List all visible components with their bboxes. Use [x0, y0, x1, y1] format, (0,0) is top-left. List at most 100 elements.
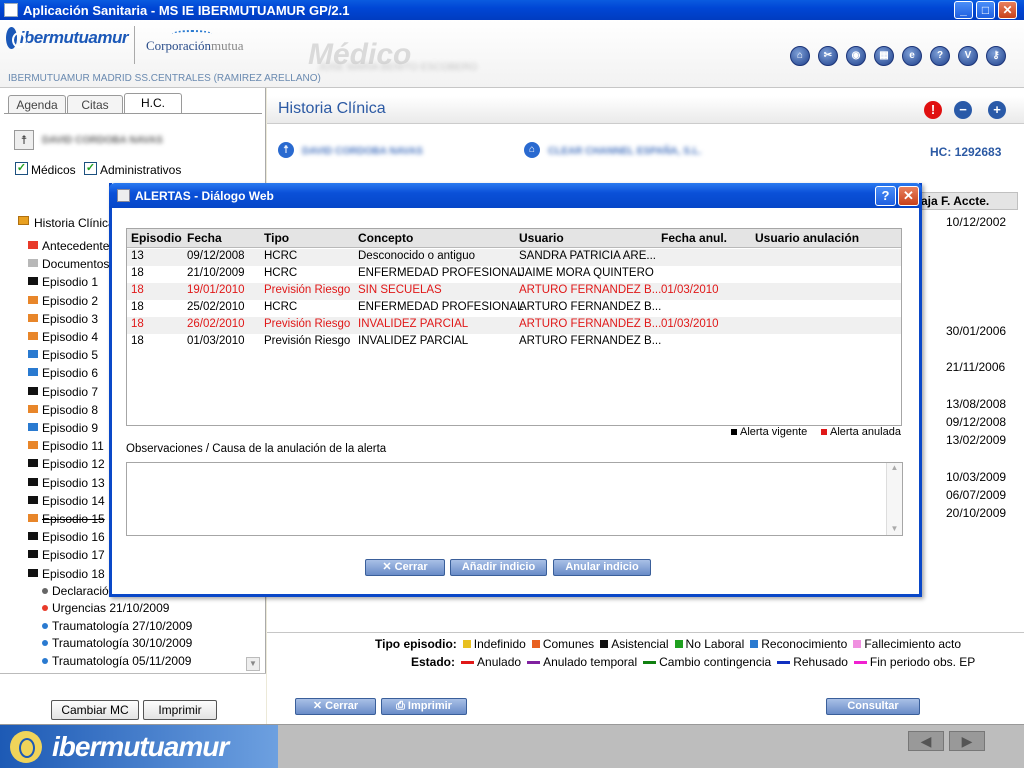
cell-concepto: INVALIDEZ PARCIAL [358, 335, 469, 347]
help-icon[interactable]: ? [930, 46, 950, 66]
subtree-item[interactable]: Traumatología 05/11/2009 [0, 652, 262, 670]
tree-item-label: Episodio 8 [42, 402, 99, 417]
tree-scroll-down[interactable]: ▼ [246, 657, 260, 671]
tab-citas[interactable]: Citas [67, 95, 123, 114]
flag-icon [28, 423, 38, 431]
tipo-episodio-legend: Tipo episodio: Indefinido Comunes Asistenc… [375, 636, 961, 652]
cell-fecha: 25/02/2010 [187, 301, 245, 313]
cell-fanul: 01/03/2010 [661, 318, 719, 330]
consultar-button[interactable]: Consultar [826, 698, 920, 715]
bullet-icon [42, 605, 48, 612]
cell-usuario: ARTURO FERNANDEZ B... [519, 318, 662, 330]
tipo-label: Reconocimiento [761, 637, 848, 651]
cell-ep: 18 [131, 284, 144, 296]
accident-date: 13/02/2009 [946, 433, 1007, 447]
cerrar-button[interactable]: ✕ Cerrar [295, 698, 376, 715]
medicos-checkbox[interactable]: ✓ [15, 162, 28, 175]
administrativos-checkbox[interactable]: ✓ [84, 162, 97, 175]
home-icon[interactable]: ⌂ [790, 46, 810, 66]
cell-fecha: 01/03/2010 [187, 335, 245, 347]
left-imprimir-button[interactable]: Imprimir [143, 700, 217, 720]
subtree-item-label: Traumatología 30/10/2009 [52, 636, 193, 651]
administrativos-label: Administrativos [100, 163, 182, 177]
hc-company-name: CLEAR CHANNEL ESPAÑA, S.L. [548, 146, 702, 157]
col-usuario-anulacion[interactable]: Usuario anulación [755, 231, 859, 245]
subtree-item-label: Traumatología 05/11/2009 [52, 653, 192, 668]
dialog-title: ALERTAS - Diálogo Web [135, 188, 274, 203]
subtree-item[interactable]: Urgencias 21/10/2009 [0, 599, 262, 617]
v-icon[interactable]: V [958, 46, 978, 66]
observaciones-textarea[interactable] [126, 462, 903, 536]
forward-arrow-button[interactable]: ▶ [949, 731, 985, 751]
minimize-button[interactable]: _ [954, 1, 973, 19]
calculator-icon[interactable]: ▦ [874, 46, 894, 66]
cambiar-mc-button[interactable]: Cambiar MC [51, 700, 139, 720]
table-row[interactable]: 18 21/10/2009 HCRC ENFERMEDAD PROFESIONAL JA… [127, 266, 901, 283]
flag-icon [28, 459, 38, 468]
estado-swatch [527, 660, 541, 664]
hc-patient-name: DAVID CORDOBA NAVAS [302, 146, 423, 157]
window-close-button[interactable]: ✕ [998, 1, 1017, 19]
dialog-cerrar-button[interactable]: ✕ Cerrar [365, 559, 445, 576]
tab-hc[interactable]: H.C. [124, 93, 182, 114]
table-row[interactable]: 18 25/02/2010 HCRC ENFERMEDAD PROFESIONAL AR… [127, 300, 901, 317]
estado-label: Anulado [477, 655, 522, 669]
imprimir-button[interactable]: ⎙ Imprimir [381, 698, 467, 715]
tipo-label: Comunes [542, 637, 595, 651]
tree-item-label: Episodio 5 [42, 348, 99, 363]
table-row[interactable]: 13 09/12/2008 HCRC Desconocido o antiguo SAN… [127, 249, 901, 266]
tree-item-label: Documentos [42, 257, 110, 272]
tab-agenda[interactable]: Agenda [8, 95, 66, 114]
add-icon[interactable]: + [988, 101, 1006, 119]
col-usuario[interactable]: Usuario [519, 231, 564, 245]
tipo-swatch [674, 640, 683, 648]
col-fecha-anul[interactable]: Fecha anul. [661, 231, 727, 245]
tools-icon[interactable]: ✂ [818, 46, 838, 66]
col-episodio[interactable]: Episodio [131, 231, 182, 245]
col-fecha[interactable]: Fecha [187, 231, 222, 245]
cell-tipo: Previsión Riesgo [264, 284, 351, 296]
cell-tipo: HCRC [264, 250, 298, 262]
cell-concepto: ENFERMEDAD PROFESIONAL [358, 301, 524, 313]
cell-ep: 13 [131, 250, 144, 262]
subtree-item[interactable]: Traumatología 30/10/2009 [0, 634, 262, 652]
flag-icon [28, 368, 38, 377]
observaciones-scrollbar[interactable]: ▲ ▼ [886, 463, 902, 535]
tree-root[interactable]: Historia Clínica [34, 216, 115, 230]
cell-fecha: 26/02/2010 [187, 318, 245, 330]
center-name: IBERMUTUAMUR MADRID SS.CENTRALES (RAMIRE… [8, 73, 321, 84]
tipo-label: Asistencial [611, 637, 669, 651]
window-title: Aplicación Sanitaria - MS IE IBERMUTUAMU… [23, 2, 350, 18]
anular-indicio-button[interactable]: Anular indicio [553, 559, 651, 576]
cell-concepto: INVALIDEZ PARCIAL [358, 318, 469, 330]
key-icon[interactable]: ⚷ [986, 46, 1006, 66]
cell-fecha: 21/10/2009 [187, 267, 245, 279]
table-row[interactable]: 18 19/01/2010 Previsión Riesgo SIN SECUELAS… [127, 283, 901, 300]
flag-icon [28, 441, 38, 450]
vigente-swatch [731, 429, 737, 435]
table-row[interactable]: 18 26/02/2010 Previsión Riesgo INVALIDEZ PA… [127, 317, 901, 334]
cell-usuario: JAIME MORA QUINTERO [519, 267, 654, 279]
dialog-help-button[interactable]: ? [875, 186, 896, 206]
tree-item-label: Episodio 6 [42, 366, 99, 381]
flag-icon [28, 241, 38, 249]
estado-legend: Estado: Anulado Anulado temporal Cambio co… [411, 654, 975, 670]
legend-anulada: Alerta anulada [821, 426, 901, 438]
col-concepto[interactable]: Concepto [358, 231, 413, 245]
maximize-button[interactable]: □ [976, 1, 995, 19]
internet-explorer-icon[interactable]: e [902, 46, 922, 66]
fecha-accidente-column-header[interactable]: aja F. Accte. [918, 192, 1018, 210]
cell-tipo: HCRC [264, 301, 298, 313]
cell-usuario: SANDRA PATRICIA ARE... [519, 250, 656, 262]
dialog-close-button[interactable]: ✕ [898, 186, 919, 206]
collapse-icon[interactable]: − [954, 101, 972, 119]
anadir-indicio-button[interactable]: Añadir indicio [450, 559, 547, 576]
cell-fecha: 09/12/2008 [187, 250, 245, 262]
col-tipo[interactable]: Tipo [264, 231, 289, 245]
back-arrow-button[interactable]: ◀ [908, 731, 944, 751]
cell-fecha: 19/01/2010 [187, 284, 245, 296]
alert-icon[interactable]: ! [924, 101, 942, 119]
table-row[interactable]: 18 01/03/2010 Previsión Riesgo INVALIDEZ PA… [127, 334, 901, 351]
subtree-item[interactable]: Traumatología 27/10/2009 [0, 617, 262, 635]
location-icon[interactable]: ◉ [846, 46, 866, 66]
